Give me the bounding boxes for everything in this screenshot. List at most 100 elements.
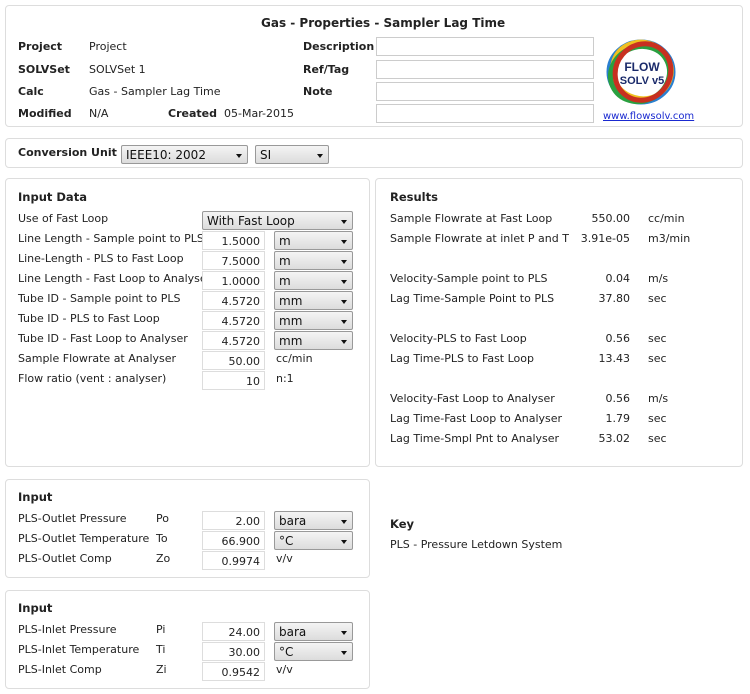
- selected-value: °C: [279, 534, 294, 548]
- input-row-symbol: To: [156, 532, 168, 545]
- result-value: 1.79: [605, 412, 631, 425]
- input-row-value[interactable]: 10: [202, 371, 265, 390]
- selected-value: m: [279, 254, 291, 268]
- input-row-value[interactable]: 4.5720: [202, 291, 265, 310]
- outlet-input-panel: Input PLS-Outlet Pressure Po 2.00 bara PLS-O…: [5, 479, 370, 578]
- input-row-value[interactable]: 66.900: [202, 531, 265, 550]
- input-row-value[interactable]: 4.5720: [202, 311, 265, 330]
- input-row-label: Sample Flowrate at Analyser: [18, 352, 177, 365]
- unit-system-select[interactable]: SI: [255, 145, 329, 164]
- description-input[interactable]: [376, 37, 594, 56]
- input-row-value[interactable]: 24.00: [202, 622, 265, 641]
- description-label: Description: [303, 40, 375, 53]
- unit-select[interactable]: bara: [274, 622, 353, 641]
- input-row-label: PLS-Outlet Temperature: [18, 532, 150, 545]
- result-label: Lag Time-Smpl Pnt to Analyser: [390, 432, 560, 445]
- result-unit: m3/min: [648, 232, 691, 245]
- header-panel: Gas - Properties - Sampler Lag Time Proj…: [5, 5, 743, 127]
- unit-label: n:1: [276, 372, 294, 385]
- unit-select[interactable]: °C: [274, 642, 353, 661]
- result-unit: sec: [648, 292, 667, 305]
- selected-value: °C: [279, 645, 294, 659]
- input-row-value[interactable]: 2.00: [202, 511, 265, 530]
- unit-label: v/v: [276, 552, 293, 565]
- result-value: 550.00: [591, 212, 631, 225]
- inlet-input-panel: Input PLS-Inlet Pressure Pi 24.00 bara PLS-I…: [5, 590, 370, 689]
- input-row-label: PLS-Inlet Pressure: [18, 623, 117, 636]
- note-label: Note: [303, 85, 333, 98]
- result-label: Velocity-Fast Loop to Analyser: [390, 392, 555, 405]
- input-row-value[interactable]: 0.9542: [202, 662, 265, 681]
- reftag-input[interactable]: [376, 60, 594, 79]
- results-title: Results: [390, 190, 438, 204]
- input-row-label: PLS-Inlet Temperature: [18, 643, 140, 656]
- svg-text:SOLV v5: SOLV v5: [620, 75, 664, 87]
- unit-select[interactable]: mm: [274, 331, 353, 350]
- result-value: 0.56: [605, 392, 631, 405]
- input-row-value[interactable]: 0.9974: [202, 551, 265, 570]
- input-row-label: Tube ID - Fast Loop to Analyser: [18, 332, 188, 345]
- conversion-standard-select[interactable]: IEEE10: 2002: [121, 145, 248, 164]
- input-row-value[interactable]: 50.00: [202, 351, 265, 370]
- result-value: 0.56: [605, 332, 631, 345]
- unit-select[interactable]: mm: [274, 291, 353, 310]
- outlet-input-title: Input: [18, 490, 53, 504]
- calc-value: Gas - Sampler Lag Time: [89, 85, 221, 98]
- input-row-value[interactable]: 1.5000: [202, 231, 265, 250]
- note-input[interactable]: [376, 82, 594, 101]
- key-text: PLS - Pressure Letdown System: [390, 538, 563, 551]
- input-row-symbol: Zi: [156, 663, 167, 676]
- result-label: Lag Time-Fast Loop to Analyser: [390, 412, 563, 425]
- created-value: 05-Mar-2015: [224, 107, 294, 120]
- result-value: 0.04: [605, 272, 631, 285]
- result-unit: m/s: [648, 272, 669, 285]
- fast-loop-label: Use of Fast Loop: [18, 212, 109, 225]
- input-row-symbol: Po: [156, 512, 169, 525]
- input-row-value[interactable]: 1.0000: [202, 271, 265, 290]
- unit-label: v/v: [276, 663, 293, 676]
- flowsolv-link[interactable]: www.flowsolv.com: [603, 111, 694, 122]
- input-row-label: Line Length - Sample point to PLS: [18, 232, 204, 245]
- result-value: 13.43: [598, 352, 631, 365]
- selected-value: mm: [279, 334, 303, 348]
- input-row-value[interactable]: 4.5720: [202, 331, 265, 350]
- selected-value: SI: [260, 148, 272, 162]
- input-row-value[interactable]: 30.00: [202, 642, 265, 661]
- svg-text:FLOW: FLOW: [624, 60, 660, 74]
- unit-select[interactable]: bara: [274, 511, 353, 530]
- selected-value: mm: [279, 294, 303, 308]
- modified-label: Modified: [18, 107, 72, 120]
- results-panel: Results Sample Flowrate at Fast Loop 550.…: [375, 178, 743, 467]
- input-row-label: Flow ratio (vent : analyser): [18, 372, 167, 385]
- result-unit: sec: [648, 352, 667, 365]
- extra-input[interactable]: [376, 104, 594, 123]
- unit-select[interactable]: m: [274, 251, 353, 270]
- unit-select[interactable]: °C: [274, 531, 353, 550]
- solvset-value: SOLVSet 1: [89, 63, 146, 76]
- page-title: Gas - Properties - Sampler Lag Time: [261, 16, 506, 30]
- unit-select[interactable]: m: [274, 271, 353, 290]
- input-row-value[interactable]: 7.5000: [202, 251, 265, 270]
- input-row-label: PLS-Outlet Pressure: [18, 512, 127, 525]
- input-row-label: PLS-Inlet Comp: [18, 663, 102, 676]
- modified-value: N/A: [89, 107, 109, 120]
- result-label: Lag Time-Sample Point to PLS: [390, 292, 555, 305]
- result-unit: sec: [648, 412, 667, 425]
- fast-loop-select[interactable]: With Fast Loop: [202, 211, 353, 230]
- inlet-input-title: Input: [18, 601, 53, 615]
- selected-value: IEEE10: 2002: [126, 148, 206, 162]
- input-row-symbol: Ti: [156, 643, 166, 656]
- unit-select[interactable]: m: [274, 231, 353, 250]
- conversion-unit-label: Conversion Unit: [18, 146, 117, 159]
- result-value: 3.91e-05: [580, 232, 630, 245]
- project-value: Project: [89, 40, 127, 53]
- result-unit: sec: [648, 332, 667, 345]
- key-title: Key: [390, 517, 415, 531]
- unit-select[interactable]: mm: [274, 311, 353, 330]
- selected-value: bara: [279, 514, 307, 528]
- input-row-label: Line Length - Fast Loop to Analyser: [18, 272, 212, 285]
- input-row-label: PLS-Outlet Comp: [18, 552, 112, 565]
- input-row-symbol: Pi: [156, 623, 166, 636]
- result-label: Lag Time-PLS to Fast Loop: [390, 352, 534, 365]
- conversion-panel: Conversion Unit IEEE10: 2002 SI: [5, 138, 743, 168]
